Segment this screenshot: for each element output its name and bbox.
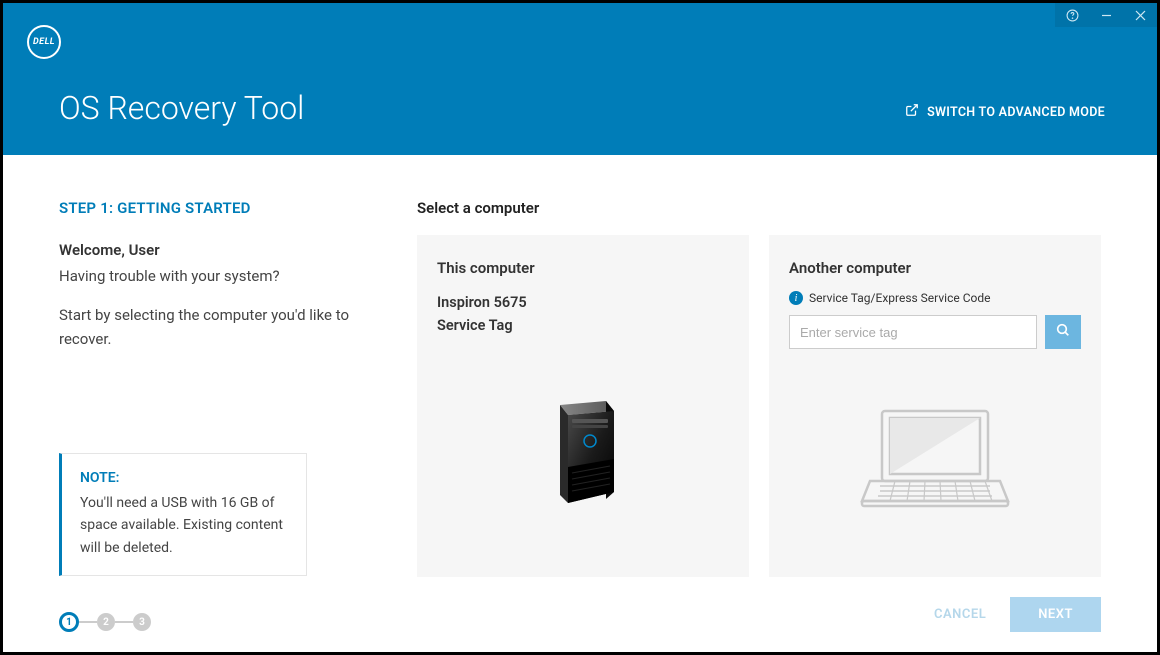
this-computer-card[interactable]: This computer Inspiron 5675 Service Tag <box>417 235 749 577</box>
this-computer-title: This computer <box>437 259 729 277</box>
info-icon[interactable]: i <box>789 291 803 305</box>
trouble-text: Having trouble with your system? <box>59 265 369 288</box>
external-link-icon <box>905 103 919 121</box>
note-title: NOTE: <box>80 470 288 486</box>
window-controls <box>1055 3 1157 27</box>
search-icon <box>1055 322 1071 342</box>
note-box: NOTE: You'll need a USB with 16 GB of sp… <box>59 453 307 576</box>
search-button[interactable] <box>1045 315 1081 349</box>
main-panel: Select a computer This computer Inspiron… <box>417 199 1101 632</box>
sidebar: STEP 1: GETTING STARTED Welcome, User Ha… <box>59 199 369 632</box>
note-body: You'll need a USB with 16 GB of space av… <box>80 492 288 559</box>
another-computer-title: Another computer <box>789 259 1081 277</box>
computer-model: Inspiron 5675 <box>437 291 729 314</box>
footer-buttons: CANCEL NEXT <box>417 577 1101 632</box>
step-connector <box>79 621 97 623</box>
welcome-text: Welcome, User <box>59 241 369 259</box>
service-tag-input[interactable] <box>789 315 1037 349</box>
service-tag-label: Service Tag <box>437 314 729 337</box>
step-heading: STEP 1: GETTING STARTED <box>59 199 369 217</box>
step-2-dot: 2 <box>97 613 115 631</box>
another-computer-card[interactable]: Another computer i Service Tag/Express S… <box>769 235 1101 577</box>
progress-stepper: 1 2 3 <box>59 612 369 632</box>
service-tag-field-label: Service Tag/Express Service Code <box>809 291 990 305</box>
next-button[interactable]: NEXT <box>1010 597 1101 632</box>
instruction-text: Start by selecting the computer you'd li… <box>59 304 369 351</box>
dell-logo: DELL <box>27 25 61 59</box>
desktop-tower-icon <box>437 337 729 557</box>
advanced-mode-label: SWITCH TO ADVANCED MODE <box>927 105 1105 120</box>
cancel-button[interactable]: CANCEL <box>930 599 990 630</box>
header: DELL OS Recovery Tool SWITCH TO ADVANCED… <box>3 3 1157 155</box>
help-button[interactable] <box>1055 3 1089 27</box>
step-3-dot: 3 <box>133 613 151 631</box>
section-title: Select a computer <box>417 199 1101 217</box>
app-title: OS Recovery Tool <box>59 89 304 127</box>
step-connector <box>115 621 133 623</box>
laptop-icon <box>789 349 1081 557</box>
switch-advanced-mode-link[interactable]: SWITCH TO ADVANCED MODE <box>905 103 1105 121</box>
minimize-button[interactable] <box>1089 3 1123 27</box>
step-1-dot: 1 <box>59 612 79 632</box>
close-button[interactable] <box>1123 3 1157 27</box>
